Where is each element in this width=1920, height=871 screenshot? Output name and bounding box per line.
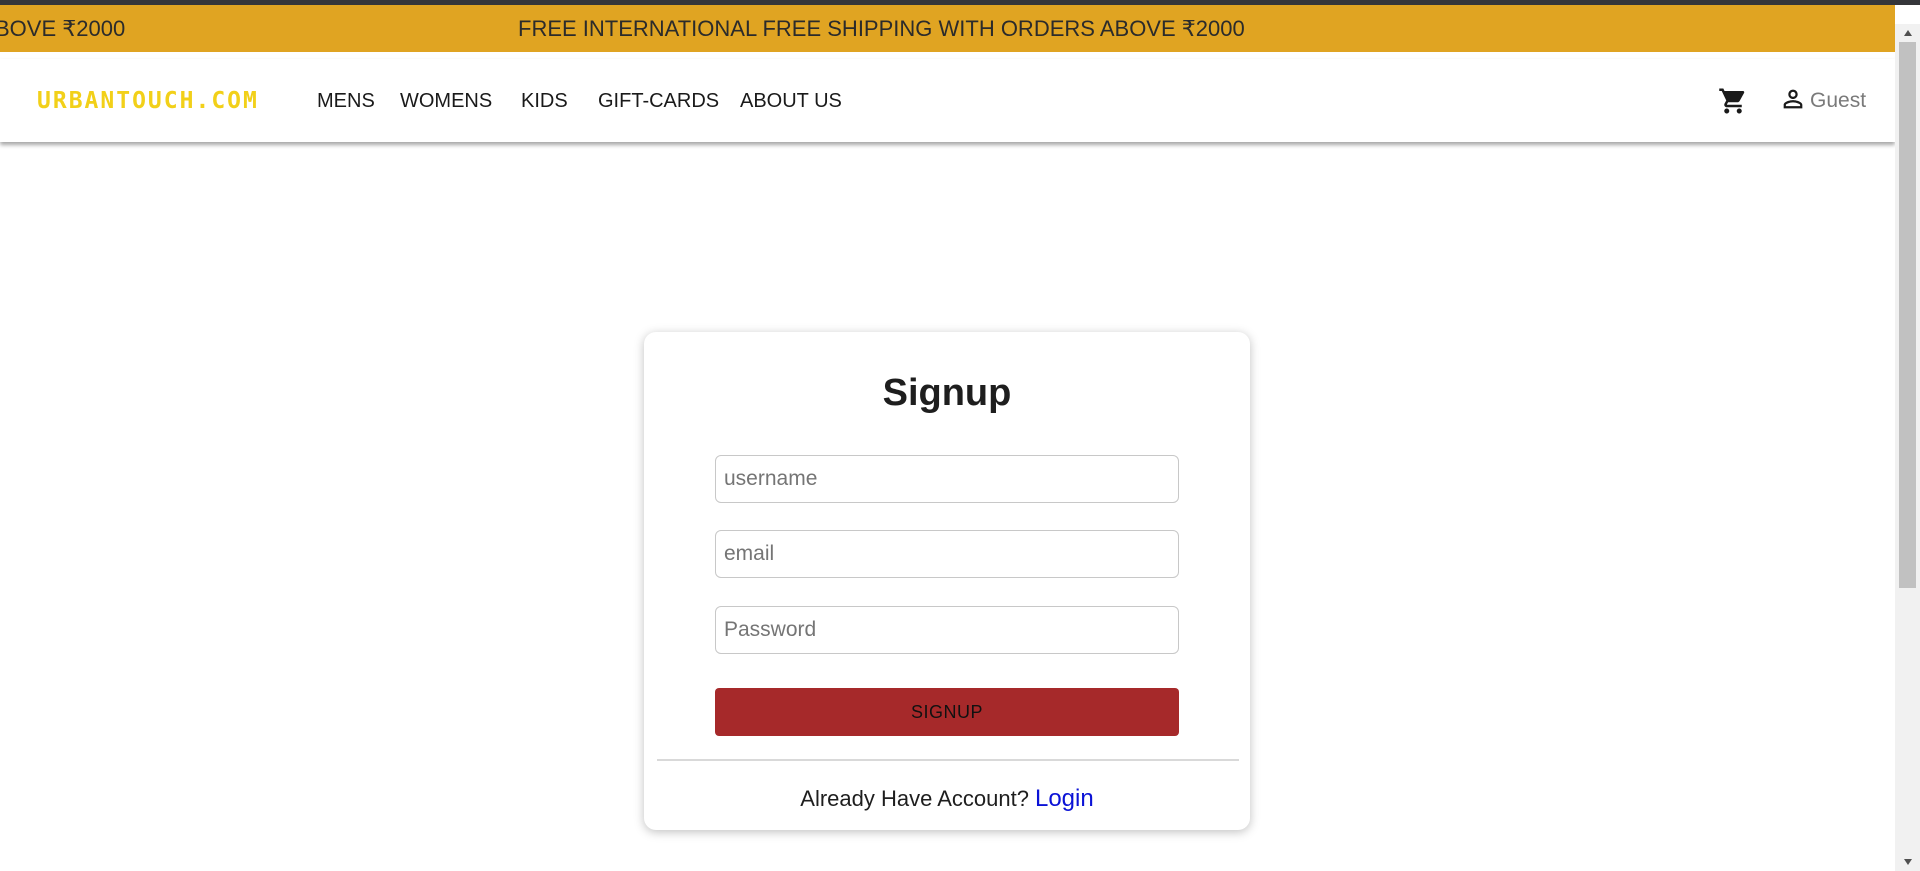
signup-card: Signup SIGNUP Already Have Account?Login (644, 332, 1250, 830)
announcement-bar: BOVE ₹2000 FREE INTERNATIONAL FREE SHIPP… (0, 5, 1895, 52)
nav-item-mens[interactable]: MENS (317, 90, 375, 113)
scrollbar[interactable] (1895, 24, 1920, 871)
password-input[interactable] (715, 606, 1179, 654)
scroll-up-arrow-icon[interactable] (1895, 24, 1920, 42)
user-label: Guest (1810, 89, 1867, 112)
cart-icon[interactable] (1718, 86, 1748, 116)
login-prompt-text: Already Have Account? (800, 786, 1029, 811)
navbar: URBANTOUCH.COM MENS WOMENS KIDS GIFT-CAR… (0, 59, 1895, 142)
announcement-text-partial: BOVE ₹2000 (0, 16, 126, 41)
signup-button[interactable]: SIGNUP (715, 688, 1179, 736)
nav-item-kids[interactable]: KIDS (521, 90, 568, 113)
divider (657, 759, 1239, 761)
nav-item-about-us[interactable]: ABOUT US (740, 90, 842, 113)
announcement-text: FREE INTERNATIONAL FREE SHIPPING WITH OR… (518, 16, 1245, 41)
login-prompt: Already Have Account? Login (644, 785, 1250, 813)
signup-title: Signup (882, 372, 1012, 414)
login-link[interactable]: Login (1035, 785, 1094, 812)
person-icon (1779, 85, 1807, 118)
scrollbar-thumb[interactable] (1899, 42, 1916, 588)
email-input[interactable] (715, 530, 1179, 578)
username-input[interactable] (715, 455, 1179, 503)
scroll-down-arrow-icon[interactable] (1895, 853, 1920, 871)
nav-item-womens[interactable]: WOMENS (400, 90, 492, 113)
nav-item-gift-cards[interactable]: GIFT-CARDS (598, 90, 719, 113)
user-menu[interactable]: Guest (1779, 87, 1866, 115)
site-logo[interactable]: URBANTOUCH.COM (37, 88, 259, 114)
